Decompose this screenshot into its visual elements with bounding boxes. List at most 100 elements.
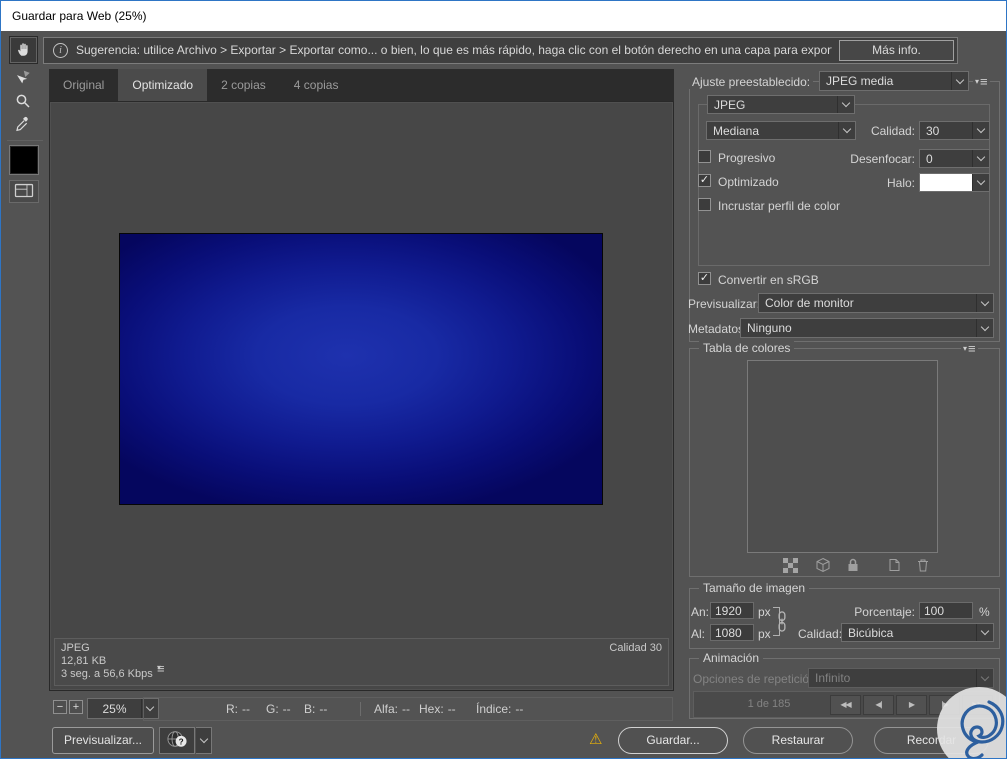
zoom-in-button[interactable]: + [69,700,83,714]
width-unit: px [758,605,771,619]
preview-mode-chevron-icon [976,294,993,312]
preset-value: JPEG media [826,74,894,88]
browser-globe-icon: ? [165,729,189,752]
matte-chevron-icon [972,174,989,191]
preview-mode-label: Previsualizar: [688,297,761,311]
first-frame-button[interactable]: ◀◀ [830,695,861,715]
height-label: Al: [691,627,706,641]
slice-select-tool[interactable] [11,67,35,89]
toggle-slices-button[interactable] [9,180,39,203]
quality-select[interactable]: 30 [919,121,990,140]
play-button[interactable]: ▶ [896,695,927,715]
check-icon: ✓ [699,272,710,284]
toolbar-divider [7,140,43,141]
zoom-tool[interactable] [11,91,35,113]
eyedropper-tool[interactable] [11,114,35,136]
progressive-checkbox[interactable] [698,150,711,163]
embed-profile-checkbox[interactable] [698,198,711,211]
color-readout-bar: R: -- G: -- B: -- Alfa: -- Hex: -- Índice: -- [143,697,673,721]
blur-value: 0 [926,151,933,166]
percent-input[interactable] [919,602,973,619]
srgb-checkbox[interactable]: ✓ [698,272,711,285]
blur-select[interactable]: 0 [919,149,990,168]
height-input[interactable] [710,624,754,641]
preview-tabs: Original Optimizado 2 copias 4 copias [49,69,674,101]
width-label: An: [691,605,710,619]
matte-label: Halo: [886,176,915,190]
compression-select[interactable]: Mediana [706,121,856,140]
optimized-checkbox[interactable]: ✓ [698,174,711,187]
metadata-value: Ninguno [747,321,792,335]
tab-original[interactable]: Original [49,69,118,101]
tab-optimized[interactable]: Optimizado [118,69,208,101]
preview-info-bar: JPEG 12,81 KB 3 seg. a 56,6 Kbps ▾ ≡ Cali… [54,638,669,686]
readout-alpha: Alfa: -- [374,702,411,716]
save-for-web-dialog: Guardar para Web (25%) i Sugerencia: uti… [0,0,1007,759]
optimized-image[interactable] [119,233,603,505]
slice-select-icon [14,68,32,89]
zoom-out-button[interactable]: − [53,700,67,714]
format-value: JPEG [714,97,746,112]
percent-unit: % [979,605,990,619]
compression-value: Mediana [713,123,760,138]
quality-label: Calidad: [870,124,915,138]
hint-bar: i Sugerencia: utilice Archivo > Exportar… [43,37,958,64]
reset-button[interactable]: Restaurar [743,727,853,754]
color-table-swatches[interactable] [747,360,938,553]
resample-select[interactable]: Bicúbica [841,623,994,642]
preview-mode-select[interactable]: Color de monitor [758,293,994,313]
preset-select[interactable]: JPEG media [819,71,969,91]
resample-chevron-icon [976,624,993,641]
link-dimensions-icon[interactable] [777,611,787,635]
eyedropper-icon [14,115,32,136]
browser-button[interactable]: ? [159,727,195,754]
progressive-label: Progresivo [718,151,776,165]
color-table-menu-icon[interactable]: ▾ ≡ [961,342,978,355]
warning-icon: ⚠ [589,731,603,748]
optimized-label: Optimizado [718,175,779,189]
metadata-chevron-icon [976,319,993,337]
preview-quality: Calidad 30 [609,642,662,654]
info-icon: i [53,43,68,58]
preview-mode-value: Color de monitor [765,296,854,310]
fill-color-swatch[interactable] [10,146,38,174]
tab-2up[interactable]: 2 copias [207,69,280,101]
format-chevron-icon [837,96,854,113]
blur-label: Desenfocar: [850,152,915,166]
preset-label: Ajuste preestablecido: [689,75,814,89]
resample-value: Bicúbica [848,625,894,640]
web-shift-cube-icon[interactable] [815,557,831,573]
width-input[interactable] [710,602,754,619]
metadata-select[interactable]: Ninguno [740,318,994,338]
browser-chevron-icon [199,734,208,744]
trash-icon[interactable] [915,557,931,573]
tab-4up[interactable]: 4 copias [280,69,353,101]
color-table-title: Tabla de colores [699,341,795,355]
quality-chevron-icon [972,122,989,139]
embed-profile-label: Incrustar perfil de color [718,199,841,213]
new-color-icon[interactable] [886,557,902,573]
readout-green: G: -- [266,702,291,716]
preview-filesize: 12,81 KB [61,655,107,667]
check-icon: ✓ [699,174,710,186]
window-titlebar[interactable]: Guardar para Web (25%) [1,1,1006,31]
save-button[interactable]: Guardar... [618,727,728,754]
previous-frame-button[interactable]: ◀| [863,695,894,715]
hand-tool[interactable] [9,36,38,64]
format-select[interactable]: JPEG [707,95,855,114]
lock-color-icon[interactable] [845,557,861,573]
browser-select-button[interactable] [196,727,212,754]
matte-select[interactable] [919,173,990,192]
magnifier-icon [14,92,32,113]
height-unit: px [758,627,771,641]
hand-icon [15,40,33,61]
preview-in-browser-button[interactable]: Previsualizar... [52,727,154,754]
frame-counter: 1 de 185 [747,698,791,710]
resample-label: Calidad: [798,627,843,641]
preset-menu-icon[interactable]: ▾ ≡ [973,75,990,88]
svg-text:?: ? [179,737,184,746]
readout-blue: B: -- [304,702,328,716]
more-info-button[interactable]: Más info. [839,40,954,61]
zoom-level-value: 25% [102,701,127,716]
transparency-checker-icon[interactable] [783,558,799,574]
